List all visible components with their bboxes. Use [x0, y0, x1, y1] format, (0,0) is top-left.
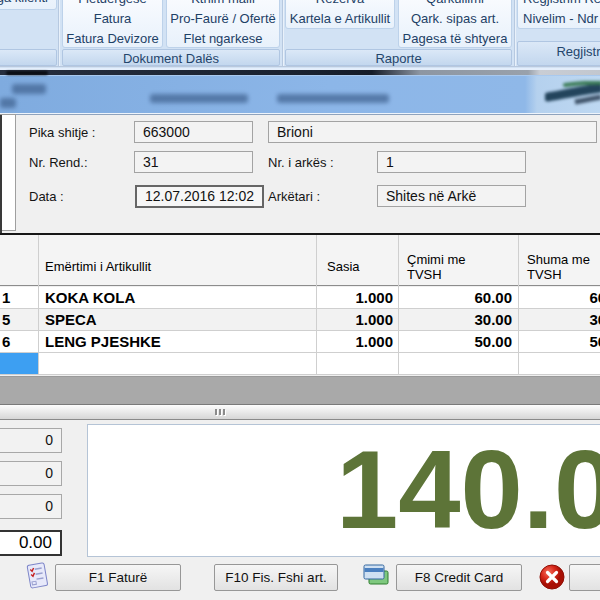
ribbon-item-regjistrim-re[interactable]: Regjistrim Re	[518, 0, 600, 9]
logo-swoosh	[545, 81, 600, 111]
cell-qty: 1.000	[316, 287, 393, 308]
ribbon-item-fletdergese[interactable]: Fletdërgese	[63, 0, 162, 9]
ribbon-stack-client-payment: ga klienti	[0, 0, 57, 10]
ribbon-item-client-payment[interactable]: ga klienti	[0, 0, 56, 8]
cell-total: 60.00	[518, 287, 600, 308]
ribbon-item-rezerva[interactable]: Rezerva	[286, 0, 394, 9]
cell-article-name: KOKA KOLA	[45, 287, 135, 308]
ribbon-item-kthim-malli[interactable]: Kthim malli	[167, 0, 279, 9]
f8-credit-card-button[interactable]: F8 Credit Card	[396, 564, 522, 591]
pos-window: ga klienti Fletdërgese Fatura Fatura Dev…	[0, 0, 600, 600]
column-header-price[interactable]: Çmimi me TVSH	[407, 252, 487, 282]
summary-field-1[interactable]: 0	[0, 428, 62, 453]
ribbon-separator	[58, 0, 60, 66]
splitter-grip	[223, 409, 225, 415]
title-banner	[0, 68, 600, 115]
grid-line	[38, 235, 39, 375]
ribbon-group-label-partial	[0, 49, 57, 66]
field-pika-shitje-name[interactable]: Brioni	[268, 121, 597, 143]
banner-text-blur	[0, 98, 16, 108]
table-row[interactable]: 6 LENG PJESHKE 1.000 50.00 50.00	[0, 331, 600, 353]
ribbon-item-nivelim[interactable]: Nivelim - Ndr	[518, 9, 600, 29]
ribbon-group-label-regjistr: Regjistr	[517, 41, 600, 66]
cell-price: 60.00	[398, 287, 512, 308]
cell-row-number: 5	[0, 309, 38, 330]
cell-price: 30.00	[398, 309, 512, 330]
column-header-name[interactable]: Emërtimi i Artikullit	[45, 259, 151, 275]
table-row[interactable]: 1 KOKA KOLA 1.000 60.00 60.00	[0, 287, 600, 309]
splitter-grip	[219, 409, 221, 415]
ribbon-stack-profature: Kthim malli Pro-Faurë / Ofertë Flet ngar…	[166, 0, 280, 48]
cell-qty: 1.000	[316, 309, 393, 330]
cell-row-number: 1	[0, 287, 38, 308]
banner-text-blur	[12, 84, 46, 94]
banner-text-blur	[150, 94, 248, 103]
banner-title-blur	[6, 71, 48, 75]
ribbon-toolbar: ga klienti Fletdërgese Fatura Fatura Dev…	[0, 0, 600, 68]
ribbon-item-qarkullimi[interactable]: Qarkullimi	[399, 0, 511, 9]
cash-field[interactable]: 0.00	[0, 530, 62, 556]
label-nr-arkes: Nr. i arkës :	[268, 155, 334, 170]
summary-field-3[interactable]: 0	[0, 494, 62, 519]
column-header-total[interactable]: Shuma me TVSH	[527, 252, 600, 282]
ribbon-group-label-raporte: Raporte	[285, 49, 512, 66]
field-pika-shitje[interactable]: 663000	[134, 121, 253, 143]
banner-text-blur	[277, 94, 389, 103]
f10-fshi-art-button[interactable]: F10 Fis. Fshi art.	[214, 564, 338, 591]
splitter-bar[interactable]	[0, 404, 600, 420]
field-nr-arkes[interactable]: 1	[377, 151, 526, 173]
ribbon-separator	[282, 0, 284, 66]
grid-line	[518, 235, 519, 375]
field-nr-rend[interactable]: 31	[134, 151, 253, 173]
label-data: Data :	[29, 189, 64, 204]
left-side-panel	[0, 114, 16, 231]
ribbon-stack-rezerva: Rezerva Kartela e Artikullit	[285, 0, 395, 29]
splitter-grip	[215, 409, 217, 415]
table-row[interactable]: 5 SPECA 1.000 30.00 30.00	[0, 309, 600, 331]
label-arketari: Arkëtari :	[268, 189, 320, 204]
cancel-icon[interactable]	[539, 564, 565, 590]
column-header-qty[interactable]: Sasia	[327, 259, 360, 275]
field-data[interactable]: 12.07.2016 12:02	[135, 185, 264, 208]
ribbon-item-profature-oferte[interactable]: Pro-Faurë / Ofertë	[167, 9, 279, 29]
left-edge-line	[0, 115, 2, 234]
cell-qty: 1.000	[316, 331, 393, 352]
grid-line	[398, 235, 399, 375]
cell-price: 50.00	[398, 331, 512, 352]
total-amount: 140.00	[336, 434, 600, 546]
ribbon-item-fatura[interactable]: Fatura	[63, 9, 162, 29]
ribbon-item-pagesa-te-shtyera[interactable]: Pagesa të shtyera	[399, 29, 511, 49]
f1-fature-button[interactable]: F1 Faturë	[55, 564, 181, 591]
cell-article-name: LENG PJESHKE	[45, 331, 161, 352]
ribbon-stack-qarkullimi: Qarkullimi Qark. sipas art. Pagesa të sh…	[398, 0, 512, 48]
cell-total: 50.00	[518, 331, 600, 352]
ribbon-stack-regjistrim: Regjistrim Re Nivelim - Ndr	[517, 0, 600, 29]
credit-card-icon	[362, 562, 390, 589]
cell-article-name: SPECA	[45, 309, 97, 330]
table-lower-area	[0, 376, 600, 404]
ribbon-item-kartela-artikullit[interactable]: Kartela e Artikullit	[286, 9, 394, 29]
ribbon-group-label-dokument-dales: Dokument Dalës	[62, 49, 280, 66]
partial-button[interactable]	[569, 564, 600, 591]
cell-row-number: 6	[0, 331, 38, 352]
table-header: Emërtimi i Artikullit Sasia Çmimi me TVS…	[0, 235, 600, 286]
ribbon-item-qark-sipas-art[interactable]: Qark. sipas art.	[399, 9, 511, 29]
ribbon-item-fatura-devizore[interactable]: Fatura Devizore	[63, 29, 162, 49]
ribbon-bottom-edge	[0, 66, 600, 67]
label-pika-shitje: Pika shitje :	[29, 125, 95, 140]
selection-cell	[0, 353, 38, 374]
cell-total: 30.00	[518, 309, 600, 330]
invoice-icon	[22, 560, 52, 592]
grid-line	[316, 235, 317, 375]
ribbon-separator	[514, 0, 516, 66]
label-nr-rend: Nr. Rend.:	[29, 155, 88, 170]
field-arketari[interactable]: Shites në Arkë	[377, 185, 526, 207]
summary-field-2[interactable]: 0	[0, 461, 62, 486]
table-row-empty[interactable]	[0, 353, 600, 375]
ribbon-item-flet-ngarkese[interactable]: Flet ngarkese	[167, 29, 279, 49]
ribbon-stack-fatura: Fletdërgese Fatura Fatura Devizore	[62, 0, 163, 48]
